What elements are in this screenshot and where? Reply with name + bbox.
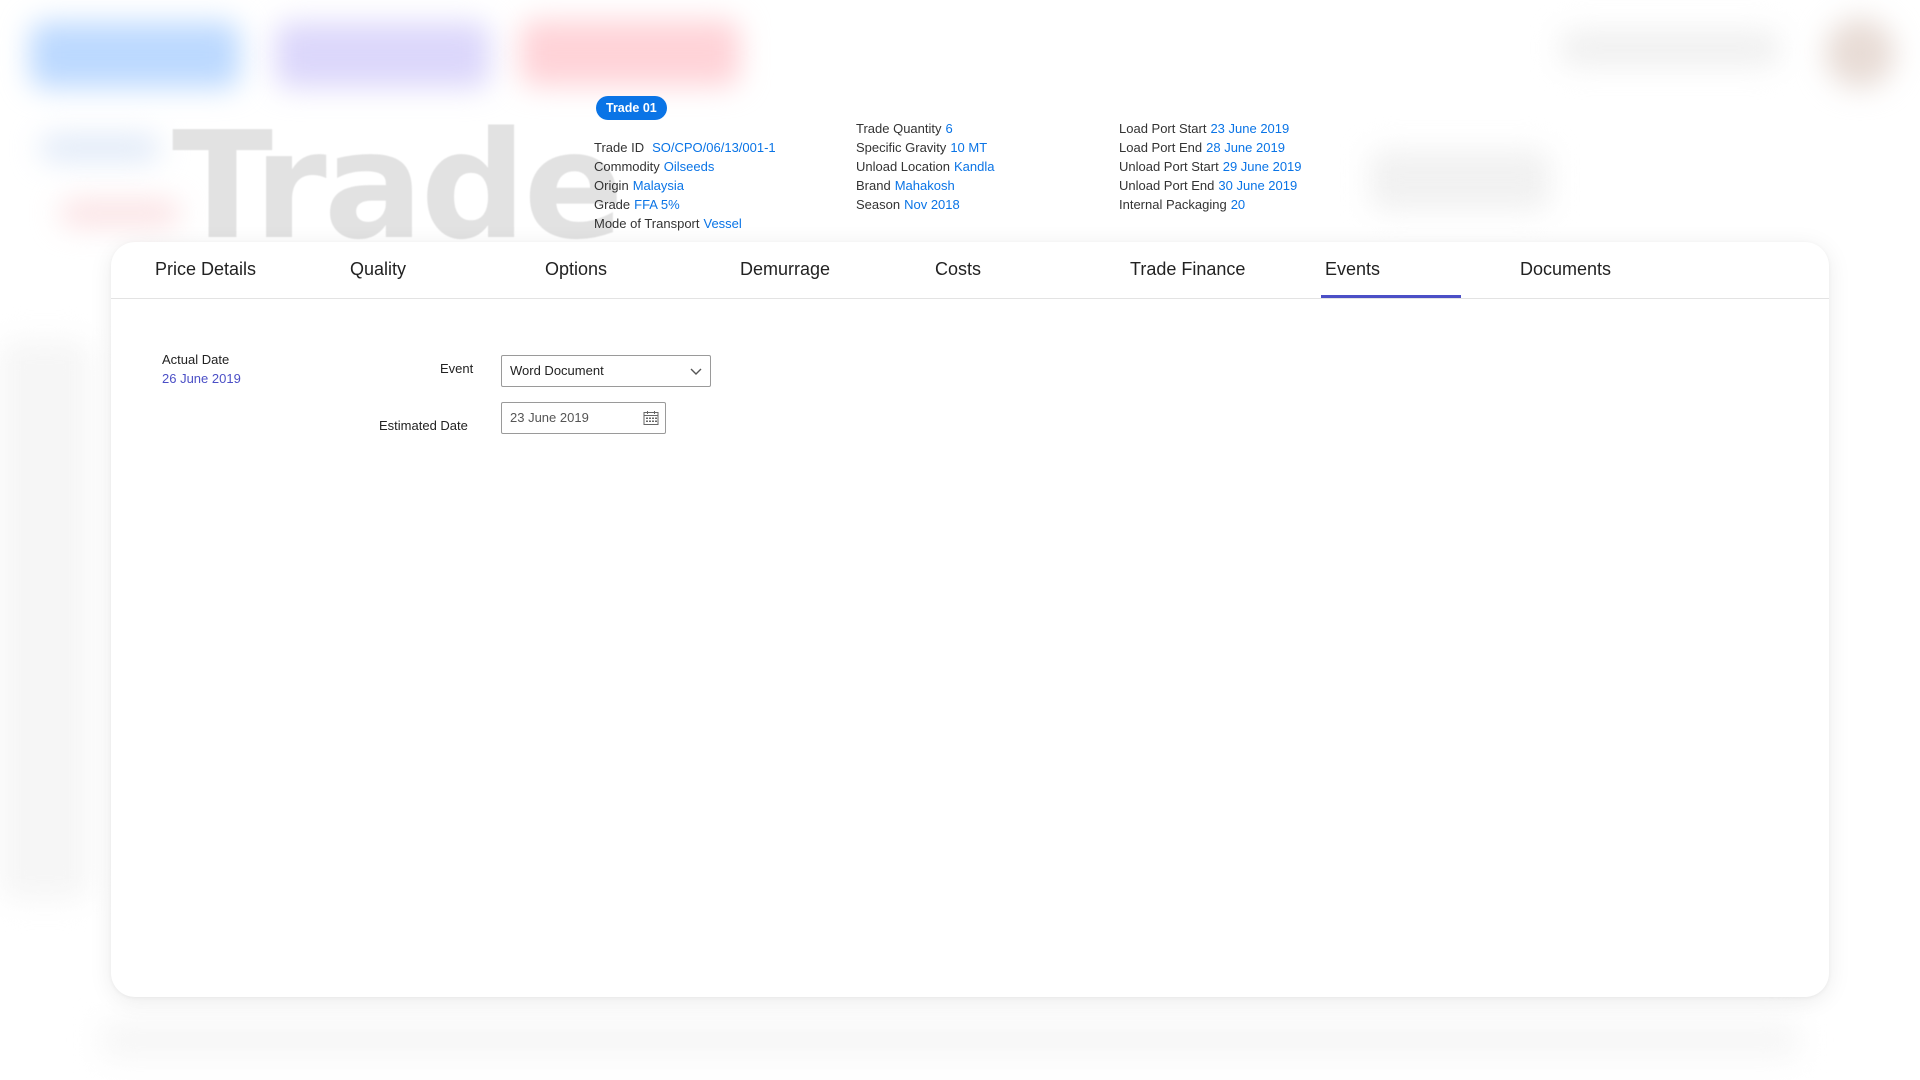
summary-value: 10 MT	[950, 140, 988, 155]
summary-row: Load Port Start 23 June 2019	[1119, 119, 1302, 138]
summary-label: Load Port End	[1119, 140, 1203, 155]
summary-label: Unload Location	[856, 159, 950, 174]
summary-value: 20	[1230, 197, 1246, 212]
summary-row: Grade FFA 5%	[594, 195, 776, 214]
summary-value: FFA 5%	[634, 197, 680, 212]
summary-label: Grade	[594, 197, 631, 212]
summary-value: 29 June 2019	[1222, 159, 1302, 174]
bg-blurred-tag	[60, 200, 180, 226]
summary-row: Trade ID SO/CPO/06/13/001-1	[594, 138, 776, 157]
tab-documents[interactable]: Documents	[1516, 242, 1615, 298]
summary-row: Mode of Transport Vessel	[594, 214, 776, 233]
tab-price-details[interactable]: Price Details	[151, 242, 260, 298]
tab-options[interactable]: Options	[541, 242, 611, 298]
actual-date-value: 26 June 2019	[162, 371, 241, 386]
summary-value: Mahakosh	[894, 178, 955, 193]
event-label: Event	[440, 361, 474, 376]
bg-blurred-link	[40, 135, 160, 161]
event-select-value: Word Document	[510, 363, 604, 378]
summary-column-1: Trade ID SO/CPO/06/13/001-1 Commodity Oils…	[594, 138, 776, 233]
summary-row: Unload Location Kandla	[856, 157, 994, 176]
summary-value: Oilseeds	[663, 159, 715, 174]
summary-row: Specific Gravity 10 MT	[856, 138, 994, 157]
summary-label: Specific Gravity	[856, 140, 947, 155]
summary-value: Nov 2018	[904, 197, 960, 212]
event-select[interactable]: Word Document	[501, 355, 711, 387]
summary-value: Malaysia	[632, 178, 684, 193]
summary-value: SO/CPO/06/13/001-1	[652, 140, 776, 155]
summary-row: Commodity Oilseeds	[594, 157, 776, 176]
bg-blurred-avatar	[1825, 18, 1895, 88]
summary-row: Trade Quantity 6	[856, 119, 994, 138]
tab-demurrage[interactable]: Demurrage	[736, 242, 834, 298]
actual-date-label: Actual Date	[162, 352, 230, 367]
summary-value: 6	[945, 121, 953, 136]
summary-label: Mode of Transport	[594, 216, 700, 231]
summary-row: Load Port End 28 June 2019	[1119, 138, 1302, 157]
calendar-icon[interactable]	[643, 410, 659, 426]
bg-blurred-button-red	[520, 20, 740, 86]
summary-row: Unload Port Start 29 June 2019	[1119, 157, 1302, 176]
summary-value: 30 June 2019	[1218, 178, 1298, 193]
summary-row: Season Nov 2018	[856, 195, 994, 214]
bg-blurred-footer	[100, 1020, 1800, 1060]
summary-label: Brand	[856, 178, 891, 193]
bg-blurred-button-blue	[30, 22, 240, 88]
summary-label: Season	[856, 197, 901, 212]
summary-label: Trade ID	[594, 140, 645, 155]
summary-value: Kandla	[953, 159, 995, 174]
tab-trade-finance[interactable]: Trade Finance	[1126, 242, 1249, 298]
tab-quality[interactable]: Quality	[346, 242, 410, 298]
summary-value: Vessel	[703, 216, 742, 231]
summary-label: Trade Quantity	[856, 121, 942, 136]
summary-row: Internal Packaging 20	[1119, 195, 1302, 214]
summary-value: 28 June 2019	[1206, 140, 1285, 155]
estimated-date-field[interactable]: 23 June 2019	[501, 402, 666, 434]
bg-blurred-sidebar	[0, 340, 90, 900]
trade-details-card: Price Details Quality Options Demurrage …	[111, 242, 1829, 997]
summary-label: Commodity	[594, 159, 660, 174]
summary-label: Internal Packaging	[1119, 197, 1227, 212]
tab-bar: Price Details Quality Options Demurrage …	[111, 242, 1829, 299]
summary-column-2: Trade Quantity 6 Specific Gravity 10 MT Un…	[856, 119, 994, 214]
estimated-date-value: 23 June 2019	[510, 410, 589, 425]
summary-row: Brand Mahakosh	[856, 176, 994, 195]
summary-value: 23 June 2019	[1210, 121, 1290, 136]
tab-events[interactable]: Events	[1321, 242, 1461, 298]
summary-column-3: Load Port Start 23 June 2019 Load Port En…	[1119, 119, 1302, 214]
estimated-date-label: Estimated Date	[379, 418, 468, 433]
bg-page-title: Trade	[172, 100, 624, 272]
summary-row: Origin Malaysia	[594, 176, 776, 195]
bg-blurred-search	[1560, 30, 1780, 66]
summary-row: Unload Port End 30 June 2019	[1119, 176, 1302, 195]
tab-costs[interactable]: Costs	[931, 242, 985, 298]
summary-label: Origin	[594, 178, 629, 193]
summary-label: Load Port Start	[1119, 121, 1207, 136]
summary-label: Unload Port End	[1119, 178, 1215, 193]
trade-summary: Trade 01 Trade ID SO/CPO/06/13/001-1 Comm…	[594, 96, 1394, 236]
bg-blurred-panel	[1370, 150, 1550, 210]
summary-label: Unload Port Start	[1119, 159, 1219, 174]
bg-blurred-button-purple	[275, 22, 490, 88]
chevron-down-icon	[690, 368, 702, 375]
trade-badge: Trade 01	[596, 96, 667, 120]
